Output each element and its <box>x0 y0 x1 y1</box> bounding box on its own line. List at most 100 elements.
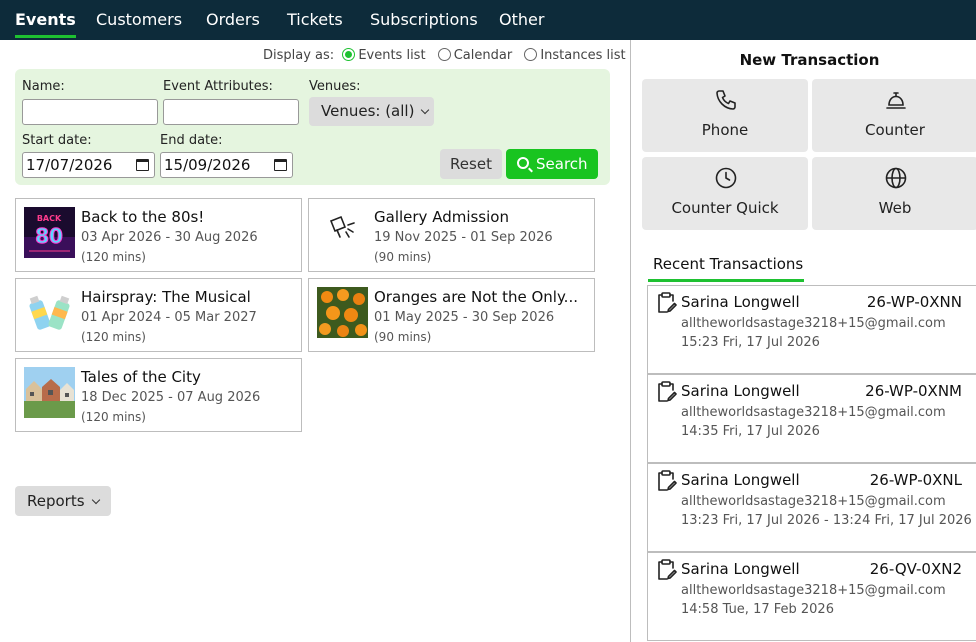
tab-tickets[interactable]: Tickets <box>287 0 343 40</box>
event-dates: 01 May 2025 - 30 Sep 2026 <box>374 310 555 325</box>
event-name: Hairspray: The Musical <box>81 288 251 306</box>
event-attributes-input[interactable] <box>163 99 299 125</box>
customer-name: Sarina Longwell <box>681 560 800 578</box>
chevron-down-icon <box>421 105 430 115</box>
calendar-icon[interactable] <box>274 159 287 171</box>
clipboard-edit-icon <box>658 470 677 491</box>
event-card-oranges[interactable]: Oranges are Not the Only... 01 May 2025 … <box>308 278 595 352</box>
event-dates: 19 Nov 2025 - 01 Sep 2026 <box>374 230 553 245</box>
radio-selected-icon[interactable] <box>342 48 356 61</box>
event-dates: 01 Apr 2024 - 05 Mar 2027 <box>81 310 257 325</box>
event-duration: (90 mins) <box>374 250 432 264</box>
transaction-time: 13:23 Fri, 17 Jul 2026 - 13:24 Fri, 17 J… <box>681 513 972 528</box>
tab-orders[interactable]: Orders <box>206 0 260 40</box>
search-filter-panel: Name: Event Attributes: Venues: Venues: … <box>15 69 610 185</box>
spotlight-icon <box>329 215 355 238</box>
search-button[interactable]: Search <box>506 149 598 179</box>
search-button-label: Search <box>536 155 588 173</box>
new-transaction-phone-button[interactable]: Phone <box>642 79 808 152</box>
event-dates: 18 Dec 2025 - 07 Aug 2026 <box>81 390 261 405</box>
customer-name: Sarina Longwell <box>681 293 800 311</box>
event-card-tales-of-the-city[interactable]: Tales of the City 18 Dec 2025 - 07 Aug 2… <box>15 358 302 432</box>
chevron-down-icon <box>91 495 100 505</box>
clipboard-edit-icon <box>658 381 677 402</box>
customer-name: Sarina Longwell <box>681 382 800 400</box>
event-name: Tales of the City <box>81 368 201 386</box>
new-transaction-counter-button[interactable]: Counter <box>812 79 976 152</box>
city-houses-image <box>24 367 75 418</box>
venues-dropdown[interactable]: Venues: (all) <box>309 97 434 126</box>
transaction-item[interactable]: Sarina Longwell 26-WP-0XNL alltheworldsa… <box>647 463 976 552</box>
clipboard-edit-icon <box>658 292 677 313</box>
customer-email: alltheworldsastage3218+15@gmail.com <box>681 583 946 598</box>
display-option-events-list[interactable]: Events list <box>342 48 426 63</box>
name-input[interactable] <box>22 99 158 125</box>
reports-dropdown[interactable]: Reports <box>15 486 111 516</box>
end-date-input[interactable]: 15/09/2026 <box>160 152 293 178</box>
tab-events[interactable]: Events <box>15 0 76 40</box>
events-panel: Display as: Events list Calendar Instanc… <box>0 40 630 642</box>
start-date-label: Start date: <box>22 133 92 148</box>
event-duration: (90 mins) <box>374 330 432 344</box>
retro-80s-image: BACK 80 <box>24 207 75 258</box>
radio-icon[interactable] <box>524 48 538 61</box>
event-duration: (120 mins) <box>81 250 146 264</box>
counter-quick-button-label: Counter Quick <box>671 199 779 217</box>
customer-email: alltheworldsastage3218+15@gmail.com <box>681 316 946 331</box>
event-name: Gallery Admission <box>374 208 509 226</box>
start-date-value: 17/07/2026 <box>26 156 113 174</box>
order-reference: 26-QV-0XN2 <box>869 560 962 578</box>
order-reference: 26-WP-0XNL <box>869 471 962 489</box>
display-as-selector: Display as: Events list Calendar Instanc… <box>263 48 626 63</box>
svg-text:BACK: BACK <box>37 214 62 223</box>
new-transaction-counter-quick-button[interactable]: Counter Quick <box>642 157 808 230</box>
transaction-item[interactable]: Sarina Longwell 26-WP-0XNN alltheworldsa… <box>647 285 976 374</box>
event-name: Back to the 80s! <box>81 208 205 226</box>
event-name: Oranges are Not the Only... <box>374 288 578 306</box>
customer-email: alltheworldsastage3218+15@gmail.com <box>681 494 946 509</box>
transaction-time: 14:58 Tue, 17 Feb 2026 <box>681 602 834 617</box>
event-duration: (120 mins) <box>81 410 146 424</box>
event-card-back-to-the-80s[interactable]: BACK 80 Back to the 80s! 03 Apr 2026 - 3… <box>15 198 302 272</box>
hairspray-cans-image <box>24 287 75 338</box>
reports-label: Reports <box>27 492 85 510</box>
radio-icon[interactable] <box>437 48 451 61</box>
new-transaction-web-button[interactable]: Web <box>812 157 976 230</box>
clipboard-edit-icon <box>658 559 677 580</box>
venues-label: Venues: <box>309 79 361 94</box>
tab-other[interactable]: Other <box>499 0 544 40</box>
event-dates: 03 Apr 2026 - 30 Aug 2026 <box>81 230 258 245</box>
customer-name: Sarina Longwell <box>681 471 800 489</box>
counter-button-label: Counter <box>865 121 925 139</box>
customer-email: alltheworldsastage3218+15@gmail.com <box>681 405 946 420</box>
tab-subscriptions[interactable]: Subscriptions <box>370 0 478 40</box>
calendar-icon[interactable] <box>136 159 149 171</box>
name-label: Name: <box>22 79 65 94</box>
display-option-instances-list[interactable]: Instances list <box>524 48 626 63</box>
event-card-hairspray[interactable]: Hairspray: The Musical 01 Apr 2024 - 05 … <box>15 278 302 352</box>
web-button-label: Web <box>878 199 912 217</box>
tab-customers[interactable]: Customers <box>96 0 182 40</box>
end-date-label: End date: <box>160 133 223 148</box>
transaction-time: 14:35 Fri, 17 Jul 2026 <box>681 424 820 439</box>
start-date-input[interactable]: 17/07/2026 <box>22 152 155 178</box>
globe-icon <box>885 167 907 189</box>
clock-icon <box>715 167 737 189</box>
svg-text:80: 80 <box>35 224 63 248</box>
phone-button-label: Phone <box>701 121 749 139</box>
oranges-image <box>317 287 368 338</box>
event-duration: (120 mins) <box>81 330 146 344</box>
search-icon <box>517 157 529 169</box>
end-date-value: 15/09/2026 <box>164 156 251 174</box>
tab-recent-transactions[interactable]: Recent Transactions <box>648 255 804 282</box>
transaction-time: 15:23 Fri, 17 Jul 2026 <box>681 335 820 350</box>
top-nav: Events Customers Orders Tickets Subscrip… <box>0 0 976 40</box>
event-card-gallery-admission[interactable]: Gallery Admission 19 Nov 2025 - 01 Sep 2… <box>308 198 595 272</box>
transactions-panel: New Transaction Phone Counter Counter Qu… <box>631 40 976 642</box>
transaction-item[interactable]: Sarina Longwell 26-QV-0XN2 alltheworldsa… <box>647 552 976 641</box>
reset-button[interactable]: Reset <box>440 149 502 179</box>
transaction-item[interactable]: Sarina Longwell 26-WP-0XNM alltheworldsa… <box>647 374 976 463</box>
display-option-calendar[interactable]: Calendar <box>437 48 512 63</box>
bell-icon <box>886 92 906 109</box>
event-attributes-label: Event Attributes: <box>163 79 273 94</box>
